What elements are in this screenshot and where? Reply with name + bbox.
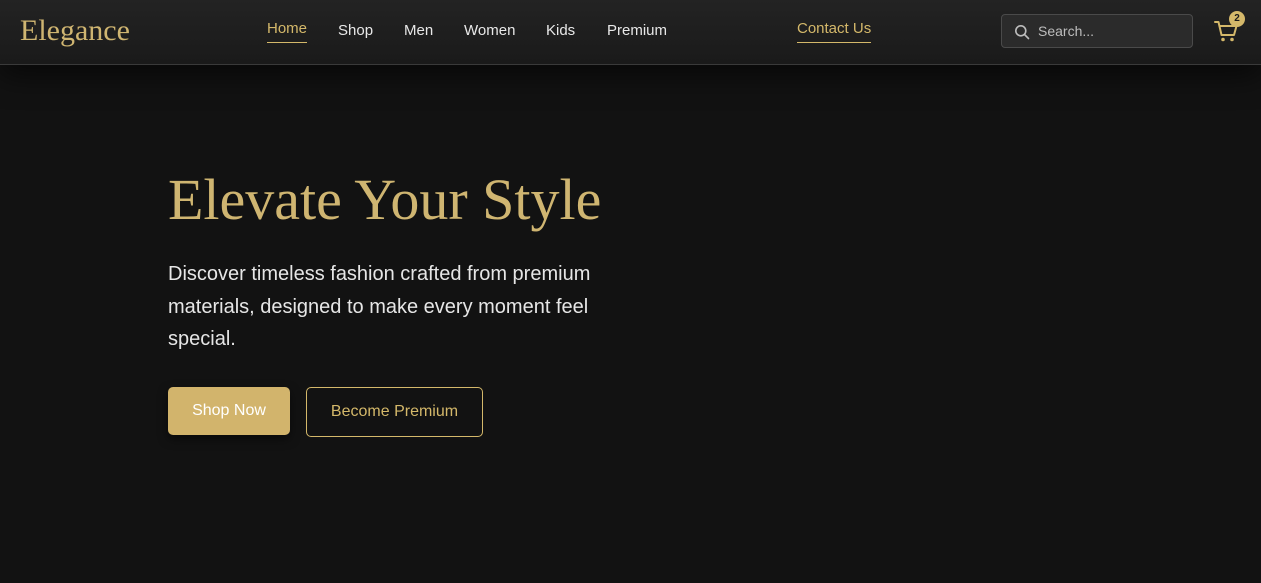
contact-us-link[interactable]: Contact Us — [797, 19, 872, 43]
cart-count-badge: 2 — [1229, 11, 1245, 27]
search-icon — [1015, 25, 1030, 40]
nav-item-home[interactable]: Home — [267, 19, 308, 43]
search-input[interactable] — [1038, 15, 1188, 47]
shop-now-button[interactable]: Shop Now — [168, 387, 290, 435]
nav-item-shop[interactable]: Shop — [338, 21, 373, 41]
nav-item-men[interactable]: Men — [404, 21, 433, 41]
nav-item-women[interactable]: Women — [464, 21, 515, 41]
brand-logo[interactable]: Elegance — [20, 13, 130, 49]
nav-item-premium[interactable]: Premium — [607, 21, 667, 41]
hero-title: Elevate Your Style — [168, 167, 602, 232]
site-header: Elegance Home Shop Men Women Kids Premiu… — [0, 0, 1261, 65]
search-box — [1001, 14, 1193, 48]
hero-description: Discover timeless fashion crafted from p… — [168, 263, 591, 350]
become-premium-button[interactable]: Become Premium — [306, 387, 483, 437]
nav-item-kids[interactable]: Kids — [546, 21, 575, 41]
